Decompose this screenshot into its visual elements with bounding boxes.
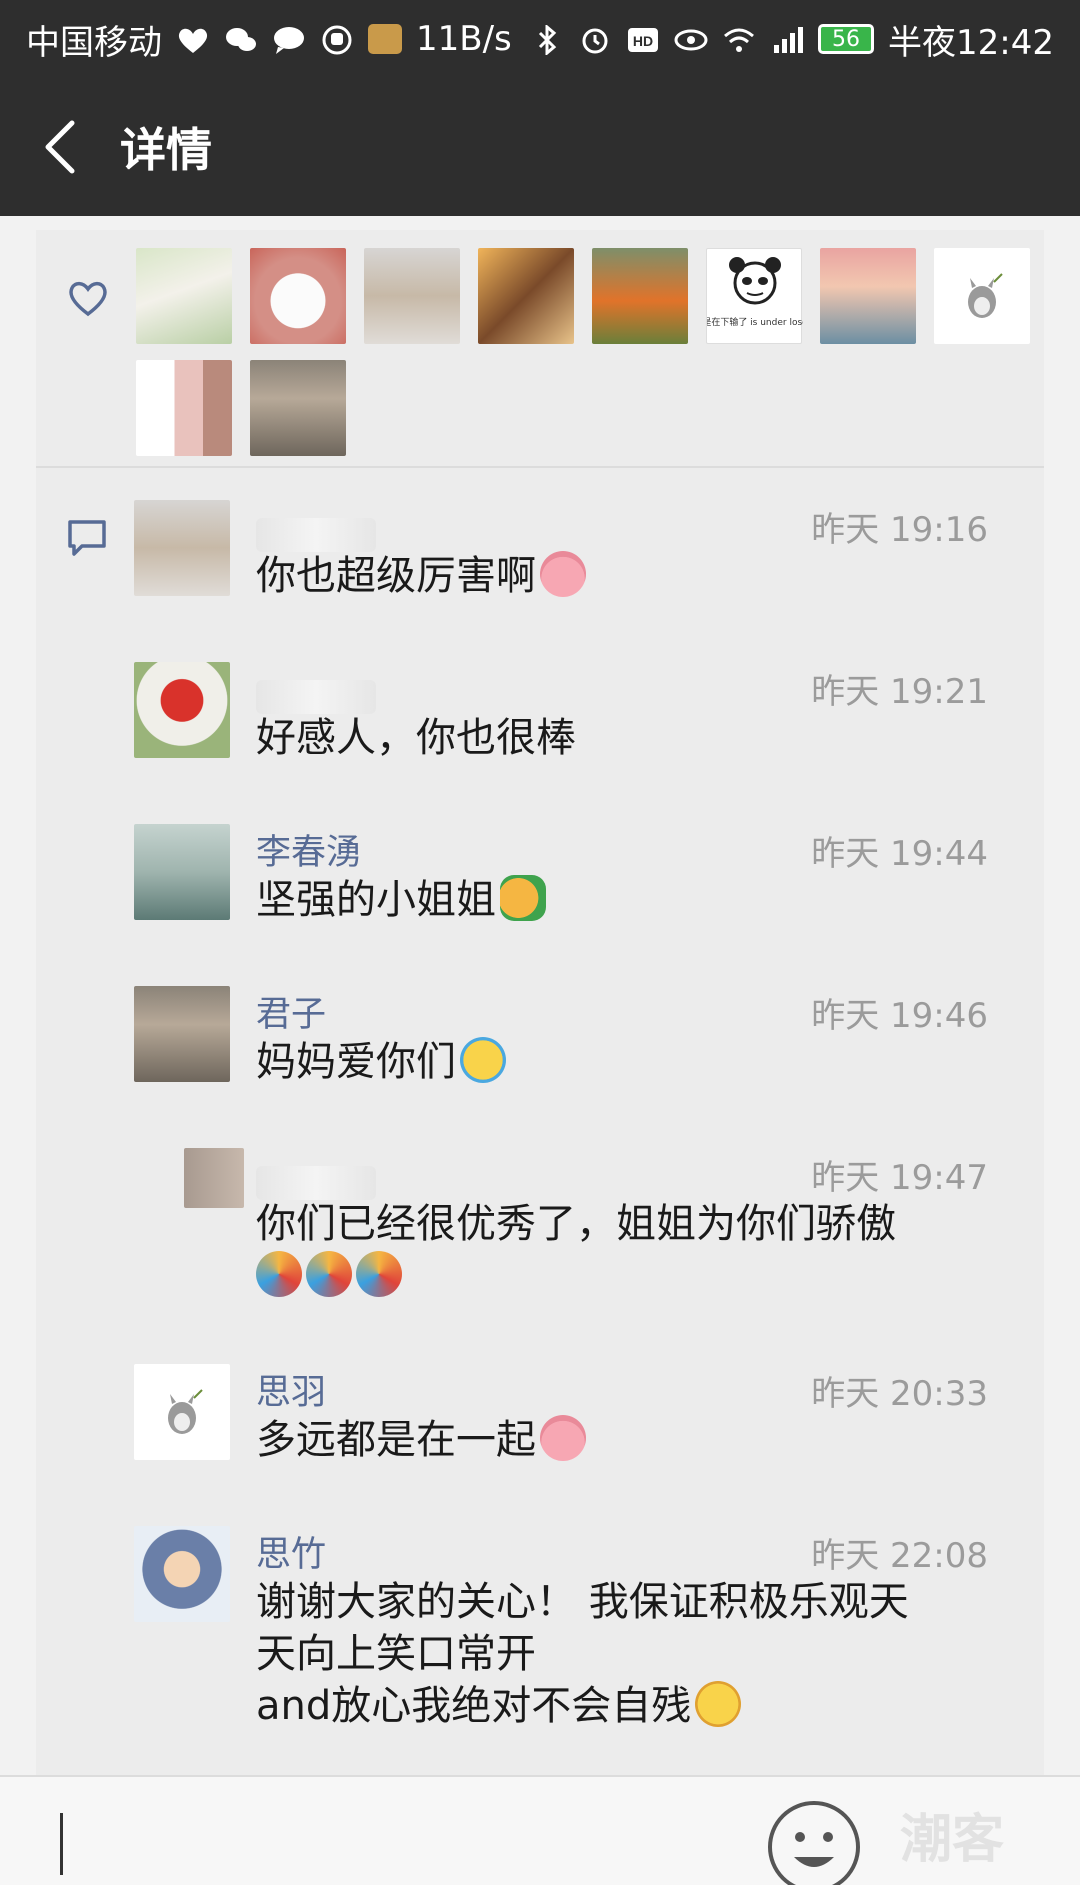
comment-text: 坚强的小姐姐 bbox=[256, 874, 996, 926]
party-popper-emoji bbox=[256, 1251, 302, 1297]
comment-bubble-icon bbox=[68, 520, 106, 556]
comment-time: 昨天 19:21 bbox=[811, 672, 988, 712]
comment-time: 昨天 20:33 bbox=[811, 1374, 988, 1414]
commenter-avatar[interactable] bbox=[134, 986, 230, 1082]
comment-text-content: 好感人，你也很棒 bbox=[256, 715, 576, 761]
commenter-avatar[interactable] bbox=[184, 1148, 244, 1208]
moment-detail-card: 是在下输了 is under lose 昨天 19:16 你也超级厉害啊 昨天 … bbox=[36, 230, 1044, 1775]
liker-avatar[interactable] bbox=[364, 248, 460, 344]
pig-emoji bbox=[540, 551, 586, 597]
comment-text-line: 天向上笑口常开 bbox=[256, 1631, 536, 1677]
panda-meme-icon: 是在下输了 is under lose bbox=[702, 257, 808, 328]
chevron-left-icon bbox=[45, 120, 75, 174]
totoro-icon bbox=[968, 273, 1003, 318]
liker-avatar[interactable] bbox=[136, 248, 232, 344]
status-time: 半夜12:42 bbox=[888, 22, 1054, 63]
liker-avatar[interactable] bbox=[250, 360, 346, 456]
carrier-label: 中国移动 bbox=[26, 22, 162, 63]
pig-emoji bbox=[540, 1415, 586, 1461]
commenter-name[interactable]: 思竹 bbox=[256, 1526, 326, 1577]
comment-input[interactable] bbox=[60, 1813, 63, 1875]
hand-icon bbox=[320, 24, 354, 55]
comment-text: 多远都是在一起 bbox=[256, 1414, 996, 1466]
svg-text:HD: HD bbox=[633, 33, 653, 49]
commenter-avatar[interactable] bbox=[134, 500, 230, 596]
comment-text-content: 你们已经很优秀了，姐姐为你们骄傲 bbox=[256, 1201, 896, 1247]
commenter-name[interactable]: 君子 bbox=[256, 986, 326, 1037]
page-title: 详情 bbox=[120, 123, 212, 177]
blurred-commenter-name bbox=[256, 680, 376, 714]
commenter-avatar[interactable] bbox=[134, 1364, 230, 1460]
comment-time: 昨天 19:46 bbox=[811, 996, 988, 1036]
totoro-icon bbox=[168, 1389, 203, 1434]
comment-text-content: 你也超级厉害啊 bbox=[256, 553, 536, 599]
blurred-commenter-name bbox=[256, 518, 376, 552]
comment-time: 昨天 19:16 bbox=[811, 510, 988, 550]
network-speed: 11B/s bbox=[416, 19, 512, 59]
party-popper-emoji bbox=[356, 1251, 402, 1297]
comment-text: 谢谢大家的关心！ 我保证积极乐观天 天向上笑口常开 and放心我绝对不会自残 bbox=[256, 1576, 996, 1732]
battery-indicator: 56 bbox=[818, 24, 875, 54]
comment-input-bar: 潮客 bbox=[0, 1775, 1080, 1885]
liker-avatar[interactable] bbox=[592, 248, 688, 344]
party-popper-emoji bbox=[306, 1251, 352, 1297]
liker-avatar[interactable] bbox=[250, 248, 346, 344]
likes-section: 是在下输了 is under lose bbox=[36, 230, 1044, 468]
hd-icon: HD bbox=[626, 24, 660, 54]
comment-time: 昨天 19:47 bbox=[811, 1158, 988, 1198]
liker-avatar[interactable] bbox=[820, 248, 916, 344]
message-icon bbox=[272, 24, 306, 54]
comment-time: 昨天 19:44 bbox=[811, 834, 988, 874]
commenter-name[interactable]: 李春湧 bbox=[256, 824, 361, 875]
comment-text-content: 坚强的小姐姐 bbox=[256, 877, 496, 923]
wechat-icon bbox=[224, 24, 258, 54]
comment-text-content: 多远都是在一起 bbox=[256, 1417, 536, 1463]
watermark: 潮客 bbox=[900, 1809, 1005, 1870]
back-button[interactable] bbox=[0, 78, 120, 216]
panda-caption: 是在下输了 is under lose bbox=[707, 316, 803, 328]
thumbs-up-emoji bbox=[500, 875, 546, 921]
commenter-avatar[interactable] bbox=[134, 662, 230, 758]
comment-text: 好感人，你也很棒 bbox=[256, 712, 996, 764]
laughing-tears-emoji bbox=[695, 1681, 742, 1727]
commenter-avatar[interactable] bbox=[134, 824, 230, 920]
comment-time: 昨天 22:08 bbox=[811, 1536, 988, 1576]
signal-icon bbox=[770, 24, 804, 54]
crying-emoji bbox=[460, 1037, 506, 1083]
liker-avatar[interactable] bbox=[478, 248, 574, 344]
liker-avatar[interactable] bbox=[136, 360, 232, 456]
commenter-avatar[interactable] bbox=[134, 1526, 230, 1622]
comment-text-content: and放心我绝对不会自残 bbox=[256, 1683, 692, 1729]
comment-text-content: 妈妈爱你们 bbox=[256, 1039, 456, 1085]
liker-avatar[interactable]: 是在下输了 is under lose bbox=[702, 248, 808, 344]
app-notification-icon bbox=[368, 24, 402, 54]
heart-outline-icon bbox=[69, 281, 107, 317]
comment-text: 你也超级厉害啊 bbox=[256, 550, 996, 602]
eye-icon bbox=[674, 24, 708, 54]
bluetooth-icon bbox=[530, 23, 564, 57]
heartbeat-icon bbox=[176, 24, 210, 54]
commenter-name[interactable]: 思羽 bbox=[256, 1364, 326, 1415]
comment-text-line: 谢谢大家的关心！ 我保证积极乐观天 bbox=[256, 1579, 909, 1625]
liker-avatar[interactable] bbox=[934, 248, 1030, 344]
comment-text: 你们已经很优秀了，姐姐为你们骄傲 bbox=[256, 1198, 996, 1302]
title-bar: 详情 bbox=[0, 78, 1080, 216]
wifi-icon bbox=[722, 24, 756, 54]
blurred-commenter-name bbox=[256, 1166, 376, 1200]
smiley-icon[interactable] bbox=[766, 1799, 862, 1885]
comment-text: 妈妈爱你们 bbox=[256, 1036, 996, 1088]
status-bar: 中国移动 11B/s HD 56 半夜12:42 bbox=[0, 0, 1080, 78]
alarm-icon bbox=[578, 24, 612, 54]
comment-text-line-with-emoji: and放心我绝对不会自残 bbox=[256, 1680, 996, 1732]
